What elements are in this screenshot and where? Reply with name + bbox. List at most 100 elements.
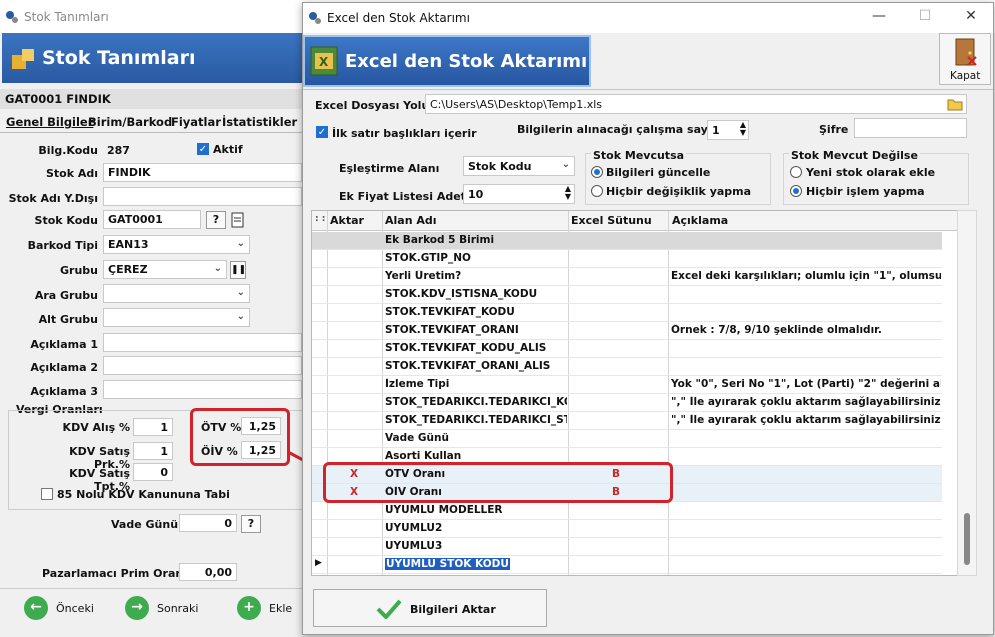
grid-header-aciklama[interactable]: Açıklama [672,214,728,227]
table-row[interactable]: STOK_TEDARIKCI.TEDARIKCI_ST "," İle ayıra… [312,412,942,430]
add-new-radio[interactable] [790,166,802,178]
cell-alan-adi[interactable]: UYUMLU3 [385,540,567,552]
maximize-icon[interactable]: ☐ [915,8,935,28]
aktif-label: Aktif [213,143,243,156]
table-row[interactable]: STOK_TEDARIKCI.TEDARIKCI_KO "," İle ayıra… [312,394,942,412]
cell-aciklama[interactable]: Yok "0", Seri No "1", Lot (Parti) "2" de… [671,378,941,390]
first-row-header-checkbox[interactable]: ✓ [316,126,328,138]
aktif-checkbox[interactable]: ✓ [197,143,209,155]
tab-fiyatlar[interactable]: Fiyatlar [171,115,221,129]
table-row[interactable]: UYUMLU MODELLER [312,502,942,520]
vade-help-button[interactable]: ? [241,515,261,533]
table-row[interactable]: Ek Barkod 5 Birimi [312,232,942,250]
ara-grubu-label: Ara Grubu [34,289,98,302]
prev-button[interactable]: ← Önceki [24,596,94,622]
stok-adi-yd-field[interactable] [103,187,302,206]
cell-alan-adi[interactable]: STOK.TEVKIFAT_KODU_ALIS [385,342,567,354]
cell-alan-adi[interactable]: UYUMLU MODELLER [385,504,567,516]
import-button[interactable]: Bilgileri Aktar [313,589,547,627]
minimize-icon[interactable]: — [869,8,889,28]
grid-scrollbar[interactable] [957,210,977,576]
table-row[interactable]: Vade Günü [312,430,942,448]
table-row[interactable]: STOK.TEVKIFAT_KODU_ALIS [312,340,942,358]
grid-header: : : Aktar Alan Adı Excel Sütunu Açıklama [312,211,966,231]
cell-alan-adi[interactable]: STOK_TEDARIKCI.TEDARIKCI_ST [385,414,567,426]
cell-aciklama[interactable]: Örnek : 7/8, 9/10 şeklinde olmalıdır. [671,324,941,336]
password-field[interactable] [854,118,967,138]
cell-aciklama[interactable]: Excel deki karşılıkları; olumlu için "1"… [671,270,941,282]
table-row[interactable]: STOK.TEVKIFAT_ORANI Örnek : 7/8, 9/10 şek… [312,322,942,340]
kdv-satis-tpt-field[interactable]: 0 [133,463,173,481]
table-row[interactable]: STOK.TEVKIFAT_ORANI_ALIS [312,358,942,376]
cell-alan-adi[interactable]: STOK.KDV_ISTISNA_KODU [385,288,567,300]
cell-alan-adi[interactable]: STOK.TEVKIFAT_ORANI_ALIS [385,360,567,372]
barkod-tipi-select[interactable]: EAN13 ⌄ [103,235,250,254]
grid-header-excel-sutunu[interactable]: Excel Sütunu [571,214,652,227]
no-change-radio[interactable] [591,185,603,197]
kanun-label: 85 Nolu KDV Kanununa Tabi [57,488,230,501]
aciklama1-field[interactable] [103,333,302,352]
extra-price-stepper[interactable]: 10 ▲ ▼ [463,184,575,204]
cell-alan-adi[interactable]: UYUMLU STOK KODU [385,558,510,570]
document-icon[interactable] [231,212,245,228]
grid-header-aktar[interactable]: Aktar [330,214,364,227]
cell-alan-adi[interactable]: Vade Günü [385,432,567,444]
add-button[interactable]: + Ekle [237,596,297,622]
grubu-select[interactable]: ÇEREZ ⌄ [103,260,227,279]
grubu-detail-button[interactable]: ❚❚ [230,261,246,279]
alt-grubu-select[interactable]: ⌄ [103,308,250,327]
grid-header-alan-adi[interactable]: Alan Adı [385,214,437,227]
cell-alan-adi[interactable]: STOK_TEDARIKCI.TEDARIKCI_KO [385,396,567,408]
table-row[interactable]: STOK.TEVKIFAT_KODU [312,304,942,322]
scrollbar-thumb[interactable] [964,513,970,565]
table-row[interactable]: Yerli Üretim? Excel deki karşılıkları; ol… [312,268,942,286]
tab-genel-bilgiler[interactable]: Genel Bilgiler [6,115,93,129]
bilg-kodu-value: 287 [107,144,130,157]
sheet-value: 1 [712,124,720,137]
stok-kodu-field[interactable]: GAT0001 [103,210,201,229]
tab-birim-barkod[interactable]: Birim/Barkod [88,115,172,129]
match-field-select[interactable]: Stok Kodu ⌄ [463,156,575,176]
close-dialog-button[interactable]: Kapat [939,33,991,85]
bg-header: Stok Tanımları [2,33,304,83]
update-info-radio[interactable] [591,166,603,178]
folder-open-icon[interactable] [947,97,963,111]
table-row[interactable]: İzleme Tipi Yok "0", Seri No "1", Lot (Pa… [312,376,942,394]
cell-alan-adi[interactable]: STOK.TEVKIFAT_KODU [385,306,567,318]
close-icon[interactable]: ✕ [961,8,981,28]
cell-alan-adi[interactable]: UYUMLU2 [385,522,567,534]
aciklama2-field[interactable] [103,356,302,375]
file-path-field[interactable]: C:\Users\AS\Desktop\Temp1.xls [425,94,967,114]
table-row[interactable]: UYUMLU2 [312,520,942,538]
stok-adi-field[interactable]: FINDIK [103,163,302,182]
kdv-satis-prk-field[interactable]: 1 [133,442,173,460]
stock-not-exists-title: Stok Mevcut Değilse [789,149,920,162]
next-button[interactable]: → Sonraki [125,596,198,622]
cell-aciklama[interactable]: "," İle ayırarak çoklu aktarım sağlayabi… [671,414,941,426]
no-action-radio[interactable] [790,185,802,197]
cell-alan-adi[interactable]: Yerli Üretim? [385,270,567,282]
table-row[interactable]: UYUMLU3 [312,538,942,556]
kdv-alis-field[interactable]: 1 [133,418,173,436]
cell-alan-adi[interactable]: STOK.TEVKIFAT_ORANI [385,324,567,336]
table-row[interactable]: STOK.KDV_ISTISNA_KODU [312,286,942,304]
header-divider [303,89,993,90]
stok-kodu-help-button[interactable]: ? [206,211,226,229]
table-row[interactable]: STOK.GTIP_NO [312,250,942,268]
cell-alan-adi[interactable]: Asorti Kullan [385,450,567,462]
vade-field[interactable]: 0 [179,514,237,532]
kanun-checkbox[interactable] [41,488,53,500]
bg-tabs: Genel Bilgiler Birim/Barkod Fiyatlar İst… [0,112,302,132]
prim-field[interactable]: 0,00 [179,563,237,581]
cell-aciklama[interactable]: "," İle ayırarak çoklu aktarım sağlayabi… [671,396,941,408]
table-row[interactable]: UYUMLU STOK KODU ▶ [312,556,942,574]
aciklama3-field[interactable] [103,380,302,399]
cell-alan-adi[interactable]: Ek Barkod 5 Birimi [385,234,567,246]
cell-alan-adi[interactable]: İzleme Tipi [385,378,567,390]
stepper-arrows-icon: ▲ ▼ [739,120,746,137]
cell-alan-adi[interactable]: STOK.GTIP_NO [385,252,567,264]
tab-istatistikler[interactable]: İstatistikler [222,115,297,129]
ara-grubu-select[interactable]: ⌄ [103,284,250,303]
extra-price-label: Ek Fiyat Listesi Adeti [339,190,470,203]
sheet-stepper[interactable]: 1 ▲ ▼ [707,120,749,140]
